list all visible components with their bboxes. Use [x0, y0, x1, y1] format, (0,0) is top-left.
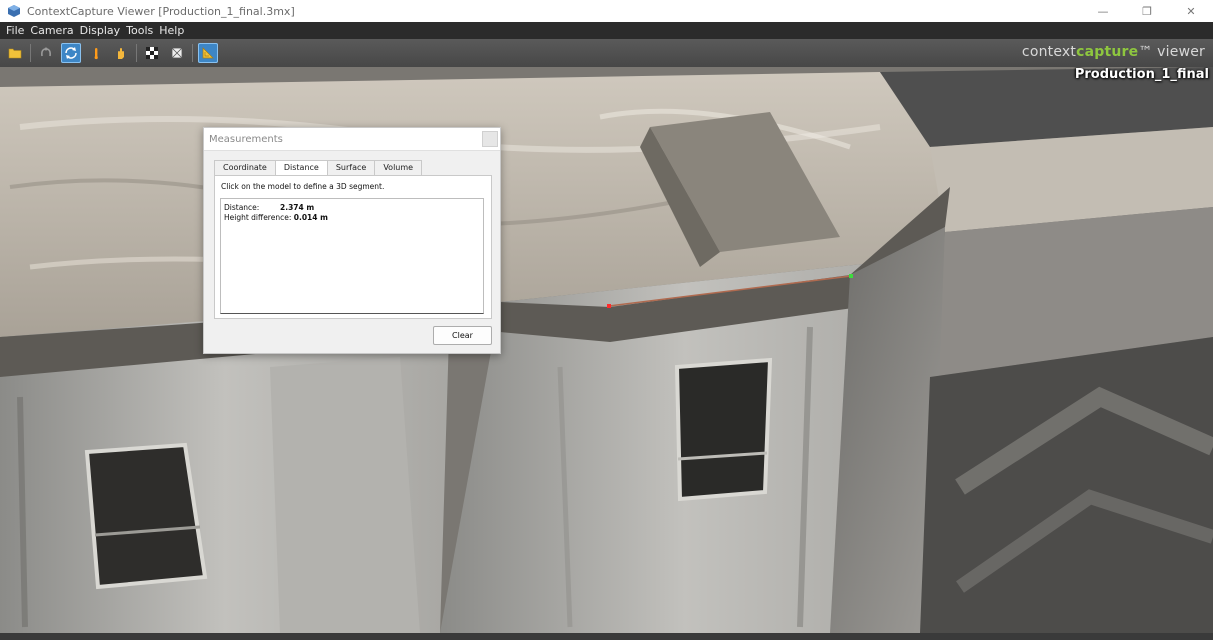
- height-difference-label: Height difference:: [224, 213, 292, 222]
- wireframe-icon[interactable]: [167, 43, 187, 63]
- production-label: Production_1_final: [1074, 67, 1209, 82]
- 3d-viewport[interactable]: Production_1_final: [0, 67, 1213, 633]
- status-bar: [0, 633, 1213, 640]
- dialog-close-button[interactable]: [482, 131, 498, 147]
- distance-panel: Click on the model to define a 3D segmen…: [214, 175, 492, 319]
- tab-surface[interactable]: Surface: [326, 160, 376, 175]
- window-title-bar: ContextCapture Viewer [Production_1_fina…: [0, 0, 1213, 22]
- dialog-title[interactable]: Measurements: [204, 128, 500, 151]
- measurement-tabs: Coordinate Distance Surface Volume: [214, 160, 423, 175]
- 3d-model-scene[interactable]: [0, 67, 1213, 633]
- height-difference-value: 0.014 m: [293, 213, 328, 222]
- clear-button[interactable]: Clear: [433, 326, 492, 345]
- orbit-icon[interactable]: [36, 43, 56, 63]
- rotate-icon[interactable]: [61, 43, 81, 63]
- window-title: ContextCapture Viewer [Production_1_fina…: [27, 4, 295, 18]
- light-icon[interactable]: [86, 43, 106, 63]
- window-controls: — ❐ ✕: [1081, 0, 1213, 22]
- open-folder-icon[interactable]: [5, 43, 25, 63]
- menu-file[interactable]: File: [0, 24, 27, 37]
- toolbar: contextcapture™ viewer: [0, 39, 1213, 67]
- results-box: Distance: 2.374 m Height difference: 0.0…: [220, 198, 484, 314]
- toolbar-separator: [30, 44, 31, 62]
- distance-row: Distance: 2.374 m: [224, 203, 314, 212]
- measure-end-point[interactable]: [849, 274, 853, 278]
- brand-suffix: ™ viewer: [1138, 44, 1205, 60]
- menu-help[interactable]: Help: [156, 24, 187, 37]
- app-icon: [8, 5, 20, 17]
- minimize-icon[interactable]: —: [1081, 0, 1125, 22]
- tab-volume[interactable]: Volume: [374, 160, 423, 175]
- menu-bar: File Camera Display Tools Help: [0, 22, 1213, 39]
- brand-prefix: context: [1021, 44, 1077, 60]
- toolbar-separator: [192, 44, 193, 62]
- restore-icon[interactable]: ❐: [1125, 0, 1169, 22]
- distance-value: 2.374 m: [280, 203, 315, 212]
- pan-icon[interactable]: [111, 43, 131, 63]
- measure-icon[interactable]: [198, 43, 218, 63]
- tab-coordinate[interactable]: Coordinate: [214, 160, 276, 175]
- menu-camera[interactable]: Camera: [27, 24, 76, 37]
- distance-label: Distance:: [224, 203, 260, 212]
- tab-distance[interactable]: Distance: [274, 160, 328, 175]
- height-difference-row: Height difference: 0.014 m: [224, 213, 328, 222]
- instruction-text: Click on the model to define a 3D segmen…: [221, 182, 385, 191]
- measurements-dialog: Measurements Coordinate Distance Surface…: [203, 127, 501, 354]
- menu-display[interactable]: Display: [77, 24, 124, 37]
- brand-logo: contextcapture™ viewer: [1022, 39, 1205, 67]
- brand-highlight: capture: [1076, 44, 1139, 60]
- close-icon[interactable]: ✕: [1169, 0, 1213, 22]
- menu-tools[interactable]: Tools: [123, 24, 156, 37]
- measure-start-point[interactable]: [607, 304, 611, 308]
- texture-icon[interactable]: [142, 43, 162, 63]
- toolbar-separator: [136, 44, 137, 62]
